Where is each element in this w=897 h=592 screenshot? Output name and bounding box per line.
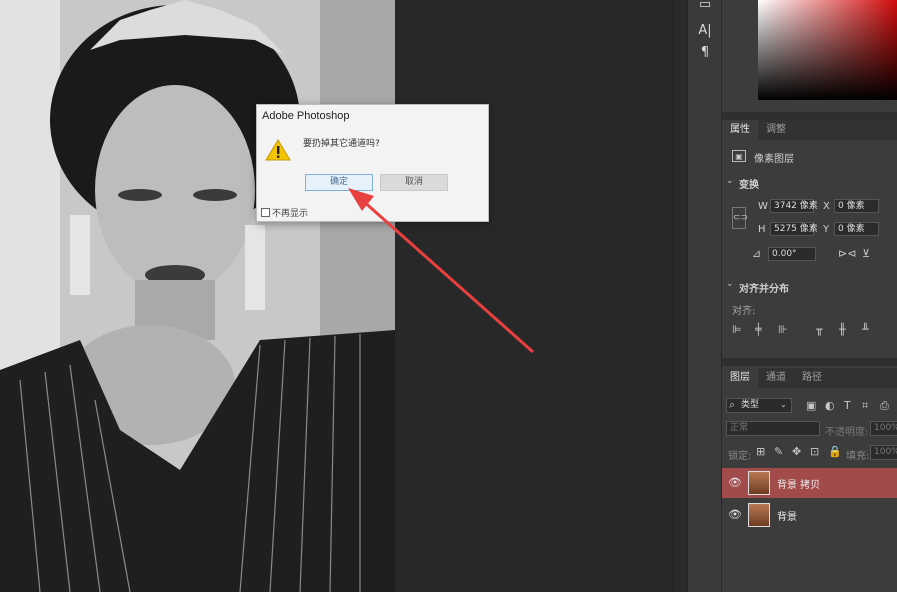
align-left-icon[interactable]: ⊫ bbox=[732, 324, 742, 336]
chevron-down-icon: ⌄ bbox=[780, 400, 787, 409]
vertical-scrollbar[interactable] bbox=[673, 0, 687, 592]
filter-kind-value: 类型 bbox=[741, 400, 760, 410]
lock-position-icon[interactable]: ✥ bbox=[792, 446, 801, 458]
dialog-message: 要扔掉其它通道吗? bbox=[303, 139, 380, 149]
height-field[interactable]: 5275 像素 bbox=[770, 222, 818, 236]
x-label: X bbox=[823, 201, 830, 212]
blend-mode-dropdown[interactable]: 正常 bbox=[726, 421, 820, 436]
layer-row[interactable]: 👁 背景 bbox=[722, 500, 897, 530]
lock-pixels-icon[interactable]: ⊞ bbox=[756, 446, 765, 458]
eye-icon[interactable]: 👁 bbox=[728, 508, 742, 521]
lock-artboard-icon[interactable]: ⊡ bbox=[810, 446, 819, 458]
tab-adjustments[interactable]: 调整 bbox=[758, 120, 794, 140]
search-icon: ⌕ bbox=[729, 398, 736, 411]
width-label: W bbox=[758, 201, 768, 212]
layer-row[interactable]: 👁 背景 拷贝 bbox=[722, 468, 897, 498]
align-section-header[interactable]: ⌄ 对齐并分布 bbox=[722, 278, 897, 295]
y-field[interactable]: 0 像素 bbox=[834, 222, 879, 236]
layer-thumbnail bbox=[748, 503, 770, 527]
tab-channels[interactable]: 通道 bbox=[758, 368, 794, 388]
angle-icon: ⊿ bbox=[752, 247, 762, 260]
filter-pixel-icon[interactable]: ▣ bbox=[806, 400, 816, 412]
chevron-down-icon: ⌄ bbox=[726, 176, 734, 186]
width-field[interactable]: 3742 像素 bbox=[770, 199, 818, 213]
comment-icon[interactable]: ▭ bbox=[696, 0, 714, 14]
paragraph-panel-icon[interactable]: ¶ bbox=[696, 44, 714, 62]
align-right-icon[interactable]: ⊪ bbox=[778, 324, 788, 336]
photoshop-window: ▭ A| ¶ 属性 调整 ▣ 像素图层 ⌄ 变换 ⊂⊃ W 3742 像素 X … bbox=[0, 0, 897, 592]
filter-smart-object-icon[interactable]: ⎙ bbox=[880, 400, 889, 412]
height-label: H bbox=[758, 224, 766, 235]
align-label: 对齐: bbox=[732, 306, 756, 317]
opacity-field[interactable]: 100% bbox=[870, 421, 897, 436]
transform-header: 变换 bbox=[739, 180, 759, 191]
filter-adjustment-icon[interactable]: ◐ bbox=[825, 400, 835, 412]
layer-name: 背景 拷贝 bbox=[777, 480, 821, 491]
warning-icon bbox=[265, 139, 291, 161]
panel-divider bbox=[722, 112, 897, 120]
panel-divider bbox=[722, 358, 897, 366]
chevron-down-icon: ⌄ bbox=[726, 279, 734, 289]
filter-type-icon[interactable]: T bbox=[844, 400, 851, 412]
dialog-title: Adobe Photoshop bbox=[262, 110, 350, 122]
tab-layers[interactable]: 图层 bbox=[722, 368, 758, 388]
layer-type-label: 像素图层 bbox=[754, 154, 794, 165]
character-panel-icon[interactable]: A| bbox=[696, 22, 714, 40]
lock-image-icon[interactable]: ✎ bbox=[774, 446, 783, 458]
fill-label: 填充: bbox=[846, 451, 870, 462]
ok-button[interactable]: 确定 bbox=[305, 174, 373, 191]
y-label: Y bbox=[823, 224, 830, 235]
angle-field[interactable]: 0.00° bbox=[768, 247, 816, 261]
flip-horizontal-icon[interactable]: ⊳⊲ bbox=[838, 248, 856, 260]
pixel-layer-icon: ▣ bbox=[732, 150, 746, 162]
fill-field[interactable]: 100% bbox=[870, 445, 897, 460]
x-field[interactable]: 0 像素 bbox=[834, 199, 879, 213]
checkbox-label: 不再显示 bbox=[272, 209, 309, 219]
checkbox-box[interactable] bbox=[261, 208, 270, 217]
align-header: 对齐并分布 bbox=[739, 284, 789, 295]
lock-label: 锁定: bbox=[728, 451, 752, 462]
dont-show-again-checkbox[interactable]: 不再显示 bbox=[261, 206, 308, 219]
transform-section-header[interactable]: ⌄ 变换 bbox=[722, 175, 897, 191]
opacity-label: 不透明度: bbox=[825, 427, 869, 438]
align-top-icon[interactable]: ╥ bbox=[816, 324, 823, 336]
cancel-button[interactable]: 取消 bbox=[380, 174, 448, 191]
tab-properties[interactable]: 属性 bbox=[722, 120, 758, 140]
flip-vertical-icon[interactable]: ⊻ bbox=[862, 248, 870, 260]
canvas-background bbox=[395, 0, 673, 592]
portrait-image bbox=[0, 0, 395, 592]
layer-thumbnail bbox=[748, 471, 770, 495]
align-middle-v-icon[interactable]: ╫ bbox=[839, 324, 846, 336]
tab-paths[interactable]: 路径 bbox=[794, 368, 830, 388]
eye-icon[interactable]: 👁 bbox=[728, 476, 742, 489]
align-bottom-icon[interactable]: ╨ bbox=[862, 324, 869, 336]
canvas-photo[interactable] bbox=[0, 0, 395, 592]
panel-tool-strip: ▭ A| ¶ bbox=[687, 0, 721, 592]
lock-all-icon[interactable]: 🔒 bbox=[828, 446, 842, 458]
align-center-h-icon[interactable]: ╪ bbox=[755, 324, 762, 336]
layer-type-row: ▣ 像素图层 bbox=[722, 148, 897, 168]
discard-channels-dialog: Adobe Photoshop 要扔掉其它通道吗? 确定 取消 不再显示 bbox=[256, 104, 489, 222]
layer-name: 背景 bbox=[777, 512, 797, 523]
filter-shape-icon[interactable]: ⌗ bbox=[862, 400, 868, 412]
layers-tabbar: 图层 通道 路径 bbox=[722, 368, 897, 388]
properties-tabbar: 属性 调整 bbox=[722, 120, 897, 140]
link-icon[interactable]: ⊂⊃ bbox=[732, 207, 748, 229]
right-panel: 属性 调整 ▣ 像素图层 ⌄ 变换 ⊂⊃ W 3742 像素 X 0 像素 H … bbox=[721, 0, 897, 592]
color-picker-field[interactable] bbox=[758, 0, 897, 100]
